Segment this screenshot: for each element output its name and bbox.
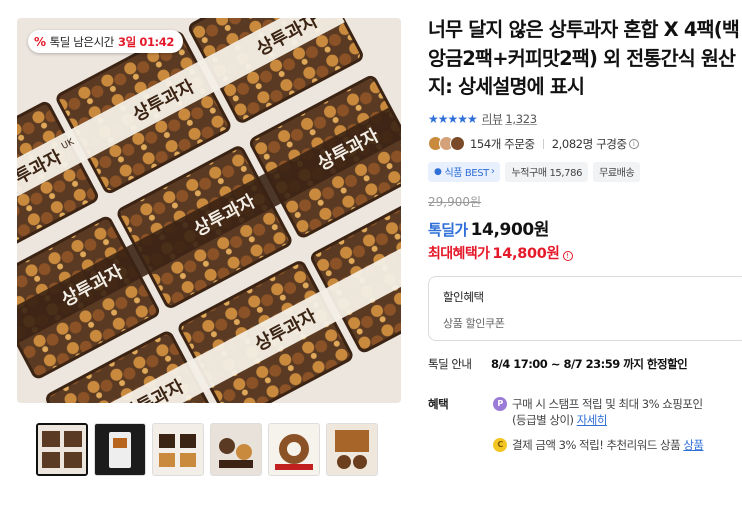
discount-benefit-box[interactable]: 할인혜택 상품 할인쿠폰 <box>428 275 742 341</box>
thumbnail-3[interactable] <box>152 423 204 476</box>
thumbnail-5[interactable] <box>268 423 320 476</box>
perk-text-2: (등급별 상이) <box>512 412 574 427</box>
perks-list: P 구매 시 스탬프 적립 및 최대 3% 쇼핑포인 (등급별 상이) 자세히 … <box>493 396 742 453</box>
thumbnail-6[interactable] <box>326 423 378 476</box>
badge-dot-icon: ● <box>434 166 442 177</box>
buyer-avatars <box>428 136 465 151</box>
viewer-count: 2,082명 구경중 <box>551 136 627 151</box>
thumbnail-image <box>153 424 203 475</box>
tag-label: 식품 BEST <box>444 168 489 179</box>
thumbnail-strip <box>36 423 378 476</box>
coin-icon: C <box>493 437 507 452</box>
perks-key: 혜택 <box>428 396 449 411</box>
timer-label: 톡딜 남은시간 <box>49 34 115 49</box>
deal-info-row: 톡딜 안내 8/4 17:00 ~ 8/7 23:59 까지 한정할인 <box>428 356 742 372</box>
rating-row[interactable]: ★★★★★ 리뷰 1,323 <box>428 111 742 127</box>
perk-text: 결제 금액 3% 적립! 추천리워드 상품 <box>512 437 681 452</box>
perk-item-point: P 구매 시 스탬프 적립 및 최대 3% 쇼핑포인 (등급별 상이) 자세히 <box>493 396 742 428</box>
max-benefit-label: 최대혜택가 <box>428 245 490 262</box>
thumbnail-4[interactable] <box>210 423 262 476</box>
deal-price: 14,900원 <box>470 219 550 240</box>
perk-product-link[interactable]: 상품 <box>683 438 703 452</box>
max-benefit-price: 14,800원 <box>492 245 560 262</box>
timer-value: 3일 01:42 <box>117 34 174 49</box>
point-icon: P <box>493 396 507 411</box>
product-photo: 상투과자 상투과자 상투과자 상투과자 상투과자 상투과자 상투과자 상투과자 … <box>17 18 401 403</box>
perk-item-reward: C 결제 금액 3% 적립! 추천리워드 상품 상품 <box>493 437 742 453</box>
thumbnail-2[interactable] <box>94 423 146 476</box>
perk-detail-link[interactable]: 자세히 <box>577 413 608 427</box>
perks-row: 혜택 P 구매 시 스탬프 적립 및 최대 3% 쇼핑포인 (등급별 상이) 자… <box>428 396 742 453</box>
order-count: 154개 주문중 <box>470 136 535 151</box>
perk-text: 구매 시 스탬프 적립 및 최대 3% 쇼핑포인 <box>512 396 703 411</box>
star-rating-icon: ★★★★★ <box>428 111 478 126</box>
deal-info-value: 8/4 17:00 ~ 8/7 23:59 까지 한정할인 <box>491 356 688 371</box>
tag-food-best[interactable]: ● 식품 BEST › <box>428 161 501 182</box>
chevron-right-icon: › <box>490 166 495 177</box>
deal-price-label: 톡딜가 <box>428 220 468 239</box>
deal-timer-badge: % 톡딜 남은시간 3일 01:42 <box>28 30 183 53</box>
discount-title: 할인혜택 <box>443 289 484 304</box>
alert-info-icon[interactable]: ! <box>562 250 573 261</box>
product-main-image[interactable]: 상투과자 상투과자 상투과자 상투과자 상투과자 상투과자 상투과자 상투과자 … <box>17 18 401 403</box>
thumbnail-1[interactable] <box>36 423 88 476</box>
divider <box>542 138 544 149</box>
deal-info-key: 톡딜 안내 <box>428 356 472 371</box>
product-info-panel: 너무 달지 않은 상투과자 혼합 X 4팩(백앙금2팩+커피맛2팩) 외 전통간… <box>428 16 742 453</box>
info-icon[interactable]: i <box>628 138 639 149</box>
discount-subtitle: 상품 할인쿠폰 <box>443 316 505 330</box>
tag-cumulative-purchases: 누적구매 15,786 <box>505 161 589 182</box>
thumbnail-image <box>95 424 145 475</box>
max-benefit-row: 최대혜택가 14,800원 ! <box>428 242 742 263</box>
deal-price-row: 톡딜가 14,900원 <box>428 215 742 240</box>
product-title: 너무 달지 않은 상투과자 혼합 X 4팩(백앙금2팩+커피맛2팩) 외 전통간… <box>428 18 740 98</box>
percent-icon: % <box>34 34 46 49</box>
thumbnail-image <box>269 424 319 475</box>
thumbnail-image <box>38 425 86 474</box>
review-label[interactable]: 리뷰 <box>482 111 503 127</box>
thumbnail-image <box>211 424 261 475</box>
original-price: 29,900원 <box>428 194 482 209</box>
review-count[interactable]: 1,323 <box>505 112 537 126</box>
thumbnail-image <box>327 424 377 475</box>
avatar <box>450 136 465 151</box>
activity-stats: 154개 주문중 2,082명 구경중 i <box>428 136 742 152</box>
tag-free-shipping: 무료배송 <box>593 161 641 182</box>
tag-row: ● 식품 BEST › 누적구매 15,786 무료배송 <box>428 161 742 182</box>
